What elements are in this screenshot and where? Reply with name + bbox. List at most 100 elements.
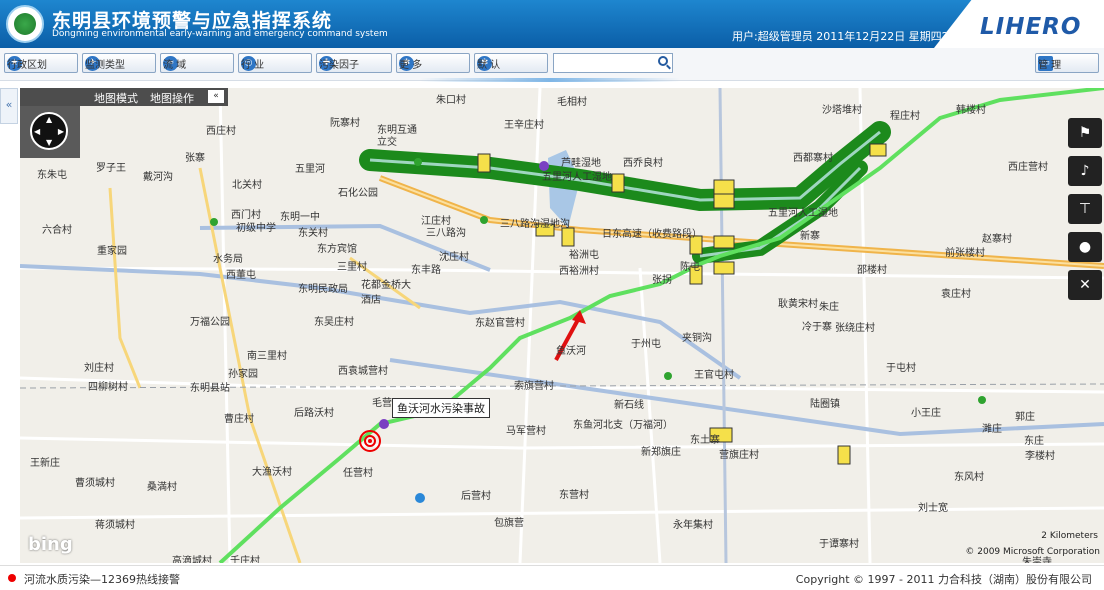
- map-label: 陈屯: [680, 262, 700, 273]
- map-label: 芦畦湿地: [561, 158, 601, 169]
- map-label: 韩楼村: [956, 105, 986, 116]
- map-label: 小王庄: [911, 408, 941, 419]
- map-label: 东朱屯: [37, 170, 67, 181]
- search-input[interactable]: [553, 53, 673, 73]
- map-scale: 2 Kilometers: [1041, 531, 1098, 541]
- map-label: 于谭寨村: [819, 539, 859, 550]
- map-view[interactable]: 朱口村 毛相村 沙塔堆村 程庄村 韩楼村 阮寨村 东明互通 立交 王辛庄村 西庄…: [20, 88, 1104, 563]
- map-label: 刘士宽: [918, 503, 948, 514]
- map-label: 三八路沟: [426, 228, 466, 239]
- map-label: 冷于寨: [802, 322, 832, 333]
- map-label: 赵寨村: [982, 234, 1012, 245]
- map-label: 东明民政局: [298, 284, 348, 295]
- pollution-factor-button[interactable]: ✚ 污染因子: [316, 53, 392, 73]
- map-label: 沈庄村: [439, 252, 469, 263]
- map-label: 西都寨村: [793, 153, 833, 164]
- map-label: 戴河沟: [143, 172, 173, 183]
- map-label: 后路沃村: [294, 408, 334, 419]
- default-button[interactable]: ✱ 默 认: [474, 53, 548, 73]
- logo-emblem: [6, 5, 44, 43]
- mute-icon[interactable]: ✕: [1068, 270, 1102, 300]
- map-label: 包旗营: [494, 518, 524, 529]
- map-label: 陆圈镇: [810, 399, 840, 410]
- map-label: 朱庄: [819, 302, 839, 313]
- map-label: 西庄营村: [1008, 162, 1048, 173]
- map-label: 耿黄宋村: [778, 299, 818, 310]
- status-footer: 河流水质污染—12369热线接警 Copyright © 1997 - 2011…: [0, 565, 1104, 590]
- map-label: 西乔良村: [623, 158, 663, 169]
- map-label: 沙塔堆村: [822, 105, 862, 116]
- map-mode-tab[interactable]: 地图模式: [94, 90, 138, 106]
- map-label: 东吴庄村: [314, 317, 354, 328]
- map-label: 花都金桥大酒店: [361, 280, 411, 306]
- map-label: 索旗营村: [514, 381, 554, 392]
- pan-control[interactable]: ▲ ▼ ◀ ▶: [20, 106, 80, 158]
- map-ops-tab[interactable]: 地图操作: [150, 90, 194, 106]
- map-label: 东庄: [1024, 436, 1044, 447]
- map-label: 东赵官营村: [475, 318, 525, 329]
- map-label: 马军营村: [506, 426, 546, 437]
- map-label: 石化公园: [338, 188, 378, 199]
- pan-compass-icon[interactable]: ▲ ▼ ◀ ▶: [30, 112, 68, 150]
- map-label: 袁庄村: [941, 289, 971, 300]
- map-label: 东营村: [559, 490, 589, 501]
- toolbar: ★ 行政区划 ✈ 监测类型 ≈ 流 域 ◎ 行 业 ✚ 污染因子 ✱ 更 多 ✱ 默 认 ▭ 管…: [0, 48, 1104, 81]
- basin-button[interactable]: ≈ 流 域: [160, 53, 234, 73]
- map-label: 朱口村: [436, 95, 466, 106]
- admin-division-button[interactable]: ★ 行政区划: [4, 53, 78, 73]
- map-label: 后营村: [461, 491, 491, 502]
- map-label: 六合村: [42, 225, 72, 236]
- manage-button[interactable]: ▭ 管 理: [1035, 53, 1099, 73]
- bing-logo: bing: [28, 534, 73, 555]
- map-label: 张绕庄村: [835, 323, 875, 334]
- location-icon[interactable]: ●: [1068, 232, 1102, 262]
- map-label: 夹铜沟: [682, 333, 712, 344]
- side-collapse-toggle[interactable]: «: [0, 88, 18, 124]
- map-label: 东土寨: [690, 435, 720, 446]
- alert-dot-icon: [8, 574, 16, 582]
- map-label: 孙家园: [228, 369, 258, 380]
- map-label: 郭庄: [1015, 412, 1035, 423]
- map-label: 东丰路: [411, 265, 441, 276]
- map-label: 大渔沃村: [252, 467, 292, 478]
- map-label: 日东高速（收费路段）: [602, 229, 702, 240]
- map-label: 千庄村: [230, 556, 260, 563]
- map-label: 高滴城村: [172, 556, 212, 563]
- map-label: 永年集村: [673, 520, 713, 531]
- map-label: 任营村: [343, 468, 373, 479]
- map-label: 东关村: [298, 228, 328, 239]
- map-label: 重家园: [97, 246, 127, 257]
- map-label: 营旗庄村: [719, 450, 759, 461]
- accident-callout[interactable]: 鱼沃河水污染事故: [392, 398, 490, 418]
- map-label: 西袁城营村: [338, 366, 388, 377]
- app-header: 东明县环境预警与应急指挥系统 Dongming environmental ea…: [0, 0, 1104, 48]
- map-label: 初级中学: [236, 223, 276, 234]
- map-label: 桑満村: [147, 482, 177, 493]
- pin-icon[interactable]: ⊤: [1068, 194, 1102, 224]
- map-label: 曹须城村: [75, 478, 115, 489]
- search-icon[interactable]: [658, 56, 668, 66]
- map-label: 五里河人工湿地: [768, 208, 838, 219]
- map-label: 程庄村: [890, 111, 920, 122]
- brand-logo: LIHERO: [980, 14, 1082, 40]
- user-info: 用户:超级管理员 2011年12月22日 星期四21:17: [732, 30, 974, 43]
- flag-icon[interactable]: ⚑: [1068, 118, 1102, 148]
- toolbar-highlight: [420, 78, 680, 82]
- collapse-panel-icon[interactable]: «: [208, 90, 224, 103]
- map-label: 王新庄: [30, 458, 60, 469]
- alert-text[interactable]: 河流水质污染—12369热线接警: [24, 571, 180, 587]
- map-label: 毛相村: [557, 97, 587, 108]
- map-label: 三里村: [337, 262, 367, 273]
- map-label: 南三里村: [247, 351, 287, 362]
- map-label: 张拐: [652, 275, 672, 286]
- map-label: 东鱼河北支（万福河）: [573, 420, 673, 431]
- map-label: 立交: [377, 137, 397, 148]
- monitor-type-button[interactable]: ✈ 监测类型: [82, 53, 156, 73]
- map-label: 邵楼村: [857, 265, 887, 276]
- map-label: 东明一中: [280, 212, 320, 223]
- map-label: 北关村: [232, 180, 262, 191]
- sound-icon[interactable]: ♪: [1068, 156, 1102, 186]
- industry-button[interactable]: ◎ 行 业: [238, 53, 312, 73]
- map-label: 于州屯: [631, 339, 661, 350]
- more-button[interactable]: ✱ 更 多: [396, 53, 470, 73]
